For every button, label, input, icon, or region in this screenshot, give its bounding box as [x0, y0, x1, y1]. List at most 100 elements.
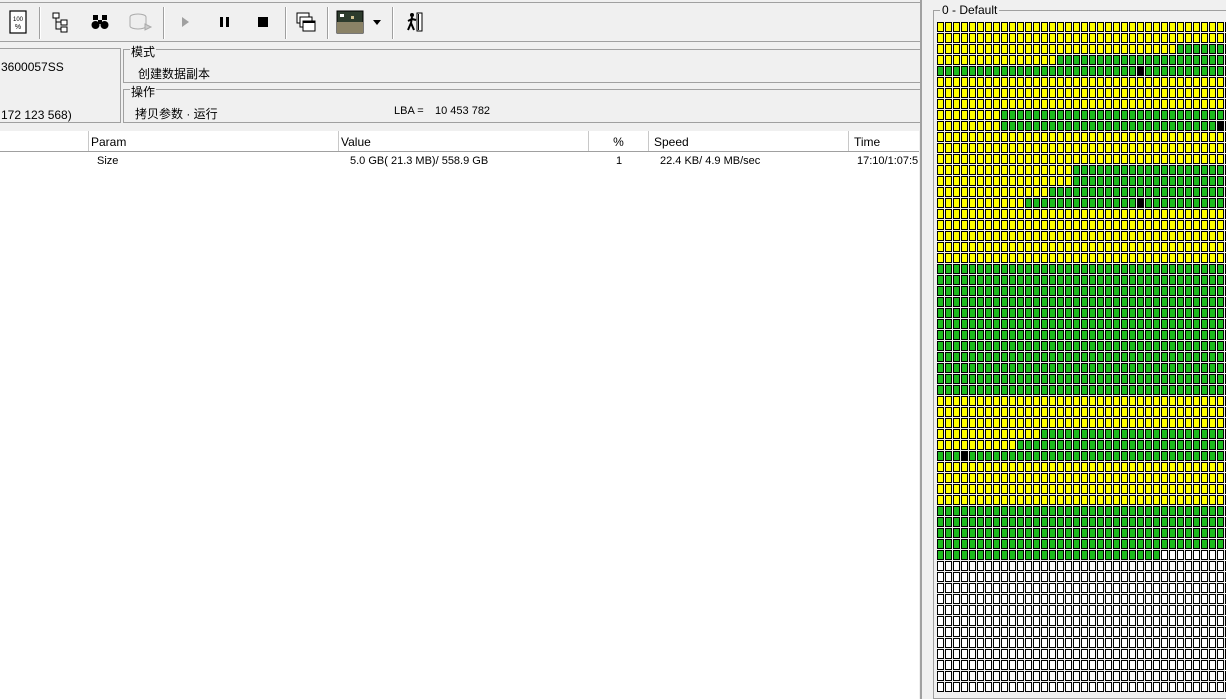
map-block-copied[interactable]: [1209, 165, 1216, 175]
map-block-read[interactable]: [1209, 77, 1216, 87]
map-block-copied[interactable]: [1201, 286, 1208, 296]
map-block-read[interactable]: [1081, 462, 1088, 472]
map-block-copied[interactable]: [1153, 308, 1160, 318]
map-block-empty[interactable]: [1033, 616, 1040, 626]
map-block-copied[interactable]: [1129, 176, 1136, 186]
map-block-read[interactable]: [1081, 209, 1088, 219]
map-block-copied[interactable]: [1121, 451, 1128, 461]
map-block-read[interactable]: [1025, 22, 1032, 32]
map-block-empty[interactable]: [1185, 638, 1192, 648]
map-block-copied[interactable]: [1033, 385, 1040, 395]
map-block-read[interactable]: [953, 253, 960, 263]
column-header-time[interactable]: Time: [849, 131, 919, 151]
map-block-copied[interactable]: [1129, 341, 1136, 351]
map-block-read[interactable]: [1161, 99, 1168, 109]
map-block-read[interactable]: [937, 407, 944, 417]
map-block-read[interactable]: [1137, 77, 1144, 87]
map-block-empty[interactable]: [1217, 550, 1224, 560]
map-block-empty[interactable]: [1185, 616, 1192, 626]
map-block-copied[interactable]: [1049, 66, 1056, 76]
map-block-copied[interactable]: [969, 550, 976, 560]
map-block-copied[interactable]: [1209, 330, 1216, 340]
map-block-copied[interactable]: [945, 341, 952, 351]
map-block-read[interactable]: [1209, 407, 1216, 417]
map-block-empty[interactable]: [1057, 605, 1064, 615]
map-block-read[interactable]: [1049, 165, 1056, 175]
map-block-copied[interactable]: [953, 528, 960, 538]
map-block-empty[interactable]: [977, 682, 984, 692]
map-block-copied[interactable]: [1097, 110, 1104, 120]
map-block-read[interactable]: [1081, 231, 1088, 241]
map-block-copied[interactable]: [993, 550, 1000, 560]
map-block-read[interactable]: [945, 495, 952, 505]
map-block-read[interactable]: [1177, 418, 1184, 428]
map-block-read[interactable]: [953, 55, 960, 65]
map-block-empty[interactable]: [1025, 671, 1032, 681]
map-block-copied[interactable]: [1169, 297, 1176, 307]
map-block-read[interactable]: [1105, 154, 1112, 164]
map-block-empty[interactable]: [985, 660, 992, 670]
map-block-copied[interactable]: [1065, 517, 1072, 527]
map-block-copied[interactable]: [953, 297, 960, 307]
map-block-read[interactable]: [1129, 44, 1136, 54]
map-block-copied[interactable]: [1217, 198, 1224, 208]
map-block-copied[interactable]: [1113, 528, 1120, 538]
map-block-empty[interactable]: [953, 583, 960, 593]
map-block-read[interactable]: [993, 44, 1000, 54]
map-block-empty[interactable]: [985, 649, 992, 659]
map-block-read[interactable]: [1137, 143, 1144, 153]
map-block-read[interactable]: [1105, 253, 1112, 263]
map-block-copied[interactable]: [1057, 66, 1064, 76]
map-block-empty[interactable]: [1041, 594, 1048, 604]
map-block-copied[interactable]: [1145, 176, 1152, 186]
map-block-copied[interactable]: [1177, 55, 1184, 65]
map-block-read[interactable]: [1025, 132, 1032, 142]
map-block-read[interactable]: [1121, 462, 1128, 472]
map-block-read[interactable]: [977, 484, 984, 494]
map-block-empty[interactable]: [1081, 627, 1088, 637]
map-block-empty[interactable]: [1113, 605, 1120, 615]
map-block-copied[interactable]: [1201, 528, 1208, 538]
map-block-read[interactable]: [1177, 22, 1184, 32]
map-block-read[interactable]: [1065, 154, 1072, 164]
map-block-read[interactable]: [1177, 33, 1184, 43]
map-block-copied[interactable]: [1001, 297, 1008, 307]
map-block-empty[interactable]: [969, 660, 976, 670]
map-block-copied[interactable]: [1161, 451, 1168, 461]
map-block-read[interactable]: [985, 418, 992, 428]
map-block-copied[interactable]: [985, 385, 992, 395]
map-block-copied[interactable]: [1169, 275, 1176, 285]
map-block-read[interactable]: [969, 242, 976, 252]
map-block-read[interactable]: [1161, 253, 1168, 263]
map-block-copied[interactable]: [1105, 286, 1112, 296]
map-block-read[interactable]: [1209, 242, 1216, 252]
map-block-copied[interactable]: [1193, 429, 1200, 439]
map-block-empty[interactable]: [1113, 594, 1120, 604]
map-block-empty[interactable]: [1097, 682, 1104, 692]
map-block-copied[interactable]: [1073, 319, 1080, 329]
map-block-read[interactable]: [961, 473, 968, 483]
map-block-read[interactable]: [1145, 154, 1152, 164]
map-block-read[interactable]: [1057, 242, 1064, 252]
map-block-copied[interactable]: [1217, 352, 1224, 362]
map-block-copied[interactable]: [1049, 275, 1056, 285]
map-block-read[interactable]: [937, 143, 944, 153]
map-block-read[interactable]: [1129, 77, 1136, 87]
map-block-empty[interactable]: [945, 583, 952, 593]
map-block-copied[interactable]: [985, 517, 992, 527]
map-block-read[interactable]: [1201, 462, 1208, 472]
map-block-empty[interactable]: [1153, 572, 1160, 582]
map-block-read[interactable]: [1097, 484, 1104, 494]
map-block-read[interactable]: [953, 22, 960, 32]
map-block-read[interactable]: [1105, 418, 1112, 428]
map-block-empty[interactable]: [1097, 583, 1104, 593]
map-block-read[interactable]: [993, 418, 1000, 428]
map-block-copied[interactable]: [1161, 330, 1168, 340]
map-block-read[interactable]: [1033, 462, 1040, 472]
map-block-read[interactable]: [1089, 44, 1096, 54]
map-block-read[interactable]: [1001, 143, 1008, 153]
map-block-copied[interactable]: [1193, 165, 1200, 175]
map-block-read[interactable]: [977, 154, 984, 164]
map-block-read[interactable]: [1001, 154, 1008, 164]
map-block-copied[interactable]: [993, 319, 1000, 329]
